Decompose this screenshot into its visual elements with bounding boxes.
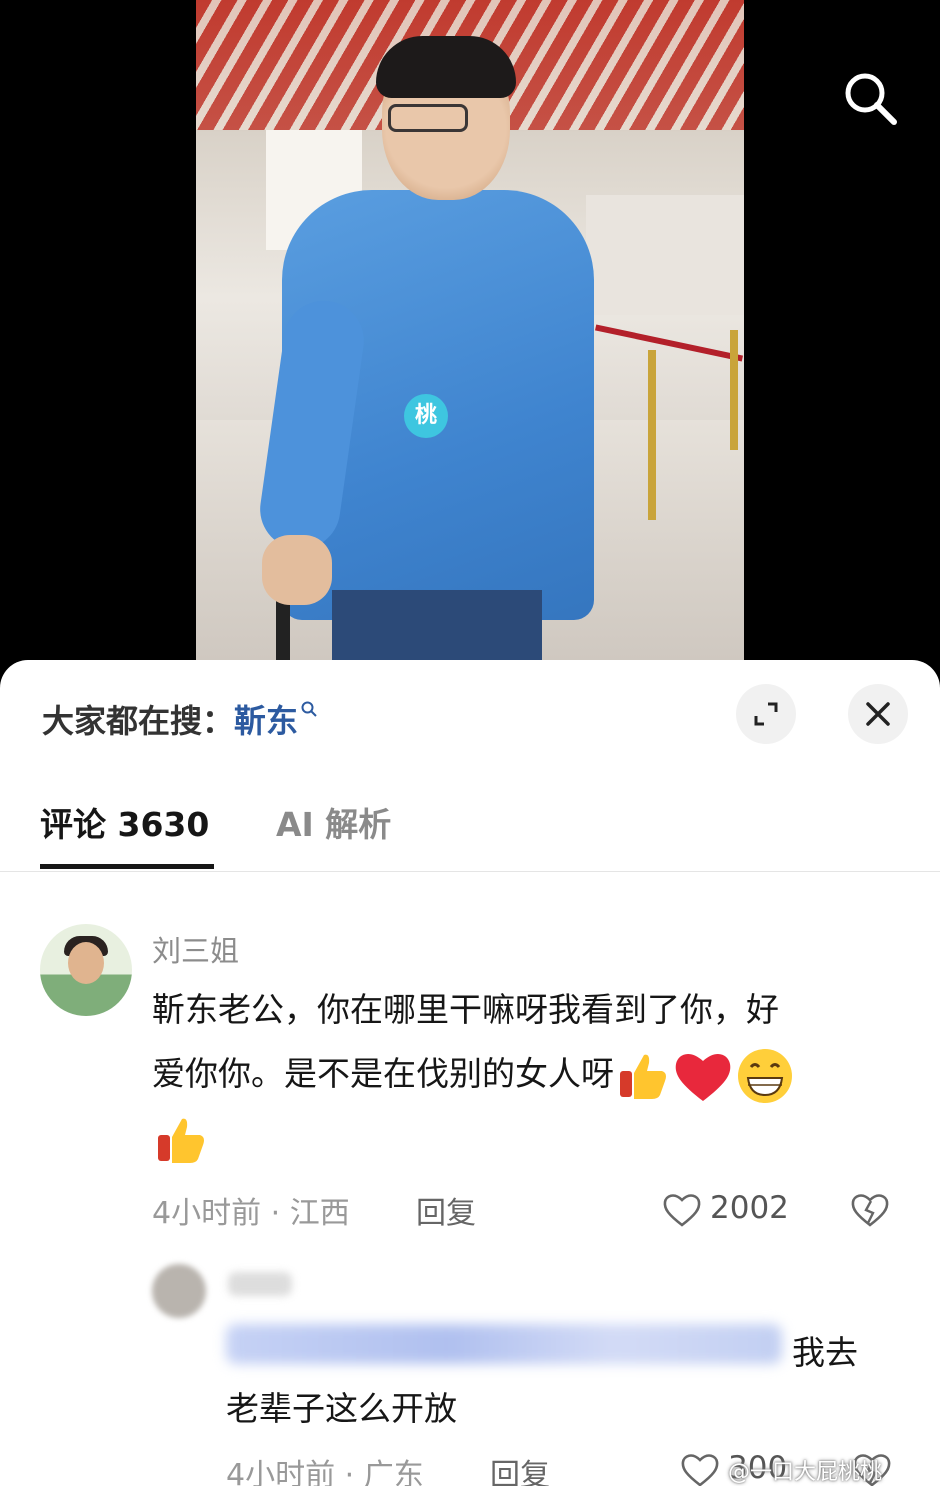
person-hair [376, 36, 516, 98]
source-watermark: @一口大屁桃桃 [728, 1460, 883, 1485]
avatar-face [68, 942, 104, 984]
reply-button[interactable]: 回复 [416, 1188, 476, 1232]
comment-line-2: 爱你你。是不是在伐别的女人呀 [152, 1042, 872, 1106]
like-icon[interactable] [662, 1192, 702, 1228]
person-jeans [332, 590, 542, 662]
comment-line-2-text: 爱你你。是不是在伐别的女人呀 [152, 1054, 614, 1093]
heart-icon [675, 1053, 731, 1101]
video-frame[interactable]: 桃 [196, 0, 744, 662]
close-icon [866, 702, 890, 726]
tab-ai-analysis[interactable]: AI 解析 [276, 798, 391, 846]
mini-search-icon [301, 701, 317, 717]
reply-time-location: 4小时前 · 广东 [226, 1458, 424, 1486]
reply-text-blurred [226, 1324, 782, 1364]
expand-button[interactable] [736, 684, 796, 744]
person-glasses [388, 104, 468, 132]
close-button[interactable] [848, 684, 908, 744]
reply-text-line-2: 老辈子这么开放 [226, 1389, 457, 1428]
dislike-icon[interactable] [850, 1192, 890, 1228]
tab-bar: 评论 3630 AI 解析 [0, 790, 940, 872]
video-player[interactable]: 桃 [0, 0, 940, 690]
search-icon[interactable] [840, 68, 900, 128]
comment-text: 靳东老公，你在哪里干嘛呀我看到了你，好 爱你你。是不是在伐别的女人呀 [152, 978, 872, 1170]
stanchion-post [648, 350, 656, 520]
comment-author[interactable]: 刘三姐 [152, 928, 239, 970]
previous-comment-cutoff [150, 870, 910, 888]
hot-search-keyword[interactable]: 靳东 [234, 702, 298, 740]
like-count: 2002 [710, 1190, 789, 1226]
grinning-face-icon [738, 1048, 792, 1103]
comments-sheet: 大家都在搜：靳东 评论 3630 AI 解析 刘三姐 靳东老公，你在哪里干嘛呀我… [0, 660, 940, 1486]
reply-avatar[interactable] [152, 1264, 206, 1318]
checkin-counter [586, 195, 744, 315]
reply-reply-button[interactable]: 回复 [490, 1450, 550, 1486]
avatar[interactable] [40, 924, 132, 1016]
thumbs-up-icon [158, 1118, 204, 1163]
expand-icon [754, 702, 778, 726]
thumbs-up-icon [620, 1054, 666, 1099]
queue-rope [595, 324, 743, 362]
hot-search-bar[interactable]: 大家都在搜：靳东 [42, 696, 318, 742]
comment-line-3 [152, 1106, 872, 1170]
stanchion-post [730, 330, 738, 450]
like-icon[interactable] [680, 1452, 720, 1486]
reply-author-blurred [228, 1272, 292, 1296]
tab-comments[interactable]: 评论 3630 [40, 798, 209, 846]
hot-search-label: 大家都在搜： [42, 702, 235, 740]
comment-time-location: 4小时前 · 江西 [152, 1196, 350, 1231]
person-hand [262, 535, 332, 605]
reply-text-tail: 我去 [792, 1333, 858, 1372]
comment-line-1: 靳东老公，你在哪里干嘛呀我看到了你，好 [152, 990, 779, 1029]
video-watermark-logo: 桃 [404, 394, 448, 438]
active-tab-indicator [40, 864, 214, 869]
